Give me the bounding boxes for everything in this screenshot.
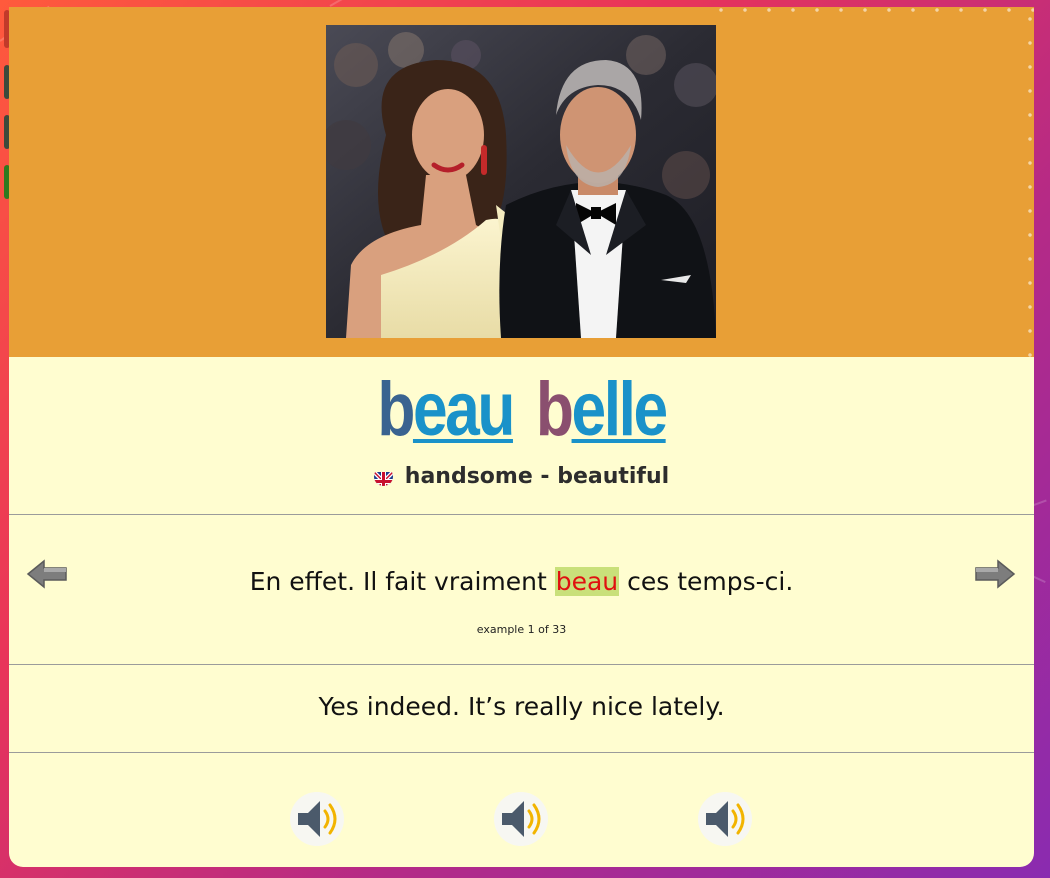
flashcard: beau belle handsome - beautiful En effet.… <box>9 7 1034 867</box>
word-masculine-stem: b <box>377 367 415 452</box>
speaker-icon <box>706 801 745 837</box>
word-masculine-ending: eau <box>412 367 515 452</box>
example-text-before: En effet. Il fait vraiment <box>249 567 555 596</box>
audio-button-word[interactable] <box>290 792 344 846</box>
example-sentence-english: Yes indeed. It’s really nice lately. <box>318 692 725 721</box>
example-counter: example 1 of 33 <box>476 623 567 636</box>
translation: handsome - beautiful <box>9 459 1034 495</box>
word-masculine: beau <box>377 365 515 455</box>
decorative-dots <box>1026 7 1034 357</box>
example-sentence-french: En effet. Il fait vraiment beau ces temp… <box>9 562 1034 602</box>
speaker-icon <box>298 801 337 837</box>
example-text-after: ces temps-ci. <box>619 567 794 596</box>
example-highlighted-word: beau <box>554 567 620 596</box>
illustration-photo <box>326 25 716 338</box>
divider <box>9 752 1034 753</box>
divider <box>9 664 1034 665</box>
divider <box>9 514 1034 515</box>
speaker-icon <box>502 801 541 837</box>
photo-band <box>9 7 1034 357</box>
audio-button-english-sentence[interactable] <box>698 792 752 846</box>
word-feminine-ending: elle <box>571 367 669 452</box>
translation-text: handsome - beautiful <box>404 464 670 489</box>
vocabulary-title: beau belle <box>101 365 942 455</box>
audio-button-french-sentence[interactable] <box>494 792 548 846</box>
decorative-dots <box>709 7 1034 13</box>
uk-flag-icon <box>373 467 393 486</box>
word-feminine-stem: b <box>535 367 574 452</box>
word-feminine: belle <box>535 365 669 455</box>
